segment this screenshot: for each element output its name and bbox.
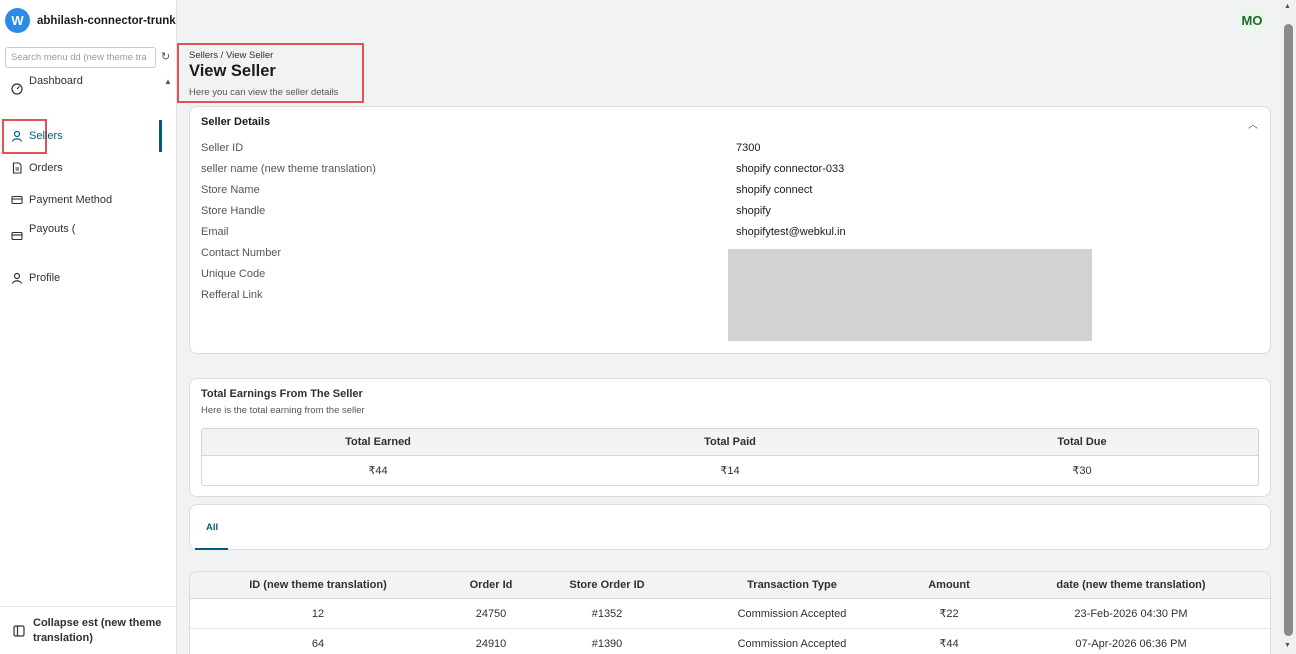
sidebar-item-label: Dashboard xyxy=(29,75,83,87)
menu-search[interactable] xyxy=(5,47,156,68)
sidebar-item-label: Orders xyxy=(29,161,63,174)
sidebar-item-label: Payouts ( xyxy=(29,223,76,235)
column-header: Total Due xyxy=(1057,436,1107,448)
table-cell: Commission Accepted xyxy=(737,607,847,620)
total-earned-value: ₹44 xyxy=(368,465,388,477)
detail-label: Refferal Link xyxy=(201,289,263,301)
table-cell: #1390 xyxy=(591,637,623,650)
detail-value: shopify connect xyxy=(736,184,813,196)
earnings-table: Total Earned Total Paid Total Due ₹44 ₹1… xyxy=(201,428,1259,486)
detail-label: Seller ID xyxy=(201,142,244,154)
sidebar-item-profile[interactable]: Profile xyxy=(10,271,60,284)
detail-value: shopify xyxy=(736,205,771,217)
scroll-up-icon[interactable]: ▲ xyxy=(1284,3,1291,10)
table-cell: ₹22 xyxy=(939,608,959,620)
sidebar-item-sellers[interactable]: Sellers xyxy=(10,129,63,142)
total-paid-value: ₹14 xyxy=(720,465,740,477)
earnings-value-row: ₹44 ₹14 ₹30 xyxy=(202,456,1258,485)
collapse-icon xyxy=(12,624,25,637)
tabs-card: All xyxy=(189,504,1271,550)
earnings-title: Total Earnings From The Seller xyxy=(201,388,363,400)
user-avatar[interactable]: MO xyxy=(1237,5,1267,35)
breadcrumb[interactable]: Sellers / View Seller xyxy=(189,50,273,61)
detail-label: Store Name xyxy=(201,184,260,196)
seller-details-card: Seller Details ︿ Seller ID 7300 seller n… xyxy=(189,106,1271,354)
transactions-table: ID (new theme translation) Order Id Stor… xyxy=(189,571,1271,654)
detail-value: shopifytest@webkul.in xyxy=(736,226,846,238)
page-title: View Seller xyxy=(189,62,276,80)
sidebar-item-dashboard[interactable]: Dashboard xyxy=(10,75,83,95)
table-cell: 64 xyxy=(311,637,325,650)
table-cell: ₹44 xyxy=(939,638,959,650)
card-icon xyxy=(10,229,23,242)
column-header: Total Paid xyxy=(704,436,756,448)
brand-logo: W xyxy=(5,8,30,33)
sidebar-item-label: Payment Method xyxy=(29,193,113,206)
detail-label: Store Handle xyxy=(201,205,266,217)
page-subtitle: Here you can view the seller details xyxy=(189,87,339,98)
column-header[interactable]: ID (new theme translation) xyxy=(249,572,387,598)
seller-details-title: Seller Details xyxy=(201,116,271,128)
table-cell: 24750 xyxy=(475,607,507,620)
redacted-block xyxy=(728,249,1092,341)
tab-all[interactable]: All xyxy=(206,522,218,533)
sidebar-item-label: Sellers xyxy=(29,129,63,142)
page-scrollbar[interactable]: ▲ ▼ xyxy=(1281,0,1296,654)
nav-scroll-up-icon[interactable]: ▲ xyxy=(164,77,174,87)
detail-label: Unique Code xyxy=(201,268,266,280)
table-cell: 07-Apr-2026 06:36 PM xyxy=(1075,637,1187,650)
total-due-value: ₹30 xyxy=(1072,465,1092,477)
chevron-up-icon[interactable]: ︿ xyxy=(1248,116,1258,131)
user-icon xyxy=(10,129,23,142)
collapse-label: Collapse est (new theme translation) xyxy=(33,616,162,644)
table-row[interactable]: 12 24750 #1352 Commission Accepted ₹22 2… xyxy=(190,599,1270,629)
document-icon xyxy=(10,161,23,174)
table-cell: 23-Feb-2026 04:30 PM xyxy=(1074,607,1188,620)
detail-value: shopify connector-033 xyxy=(736,163,845,175)
earnings-subtitle: Here is the total earning from the selle… xyxy=(201,405,365,416)
sidebar: W abhilash-connector-trunk ↻ ▲ Dashboard… xyxy=(0,0,177,654)
table-header-row: ID (new theme translation) Order Id Stor… xyxy=(190,572,1270,599)
detail-label: Email xyxy=(201,226,229,238)
table-row[interactable]: 64 24910 #1390 Commission Accepted ₹44 0… xyxy=(190,629,1270,654)
sidebar-item-orders[interactable]: Orders xyxy=(10,161,63,174)
column-header: Total Earned xyxy=(345,436,411,448)
scrollbar-thumb[interactable] xyxy=(1284,24,1293,636)
tab-active-underline xyxy=(195,548,228,550)
brand[interactable]: W abhilash-connector-trunk xyxy=(5,8,176,33)
card-icon xyxy=(10,193,23,206)
detail-label: seller name (new theme translation) xyxy=(201,163,376,175)
sidebar-item-payouts[interactable]: Payouts ( xyxy=(10,223,75,242)
scroll-down-icon[interactable]: ▼ xyxy=(1284,642,1291,649)
table-cell: #1352 xyxy=(591,607,623,620)
table-cell: Commission Accepted xyxy=(737,637,847,650)
earnings-card: Total Earnings From The Seller Here is t… xyxy=(189,378,1271,497)
detail-label: Contact Number xyxy=(201,247,282,259)
menu-search-input[interactable] xyxy=(6,48,155,67)
table-cell: 24910 xyxy=(475,637,507,650)
collapse-sidebar-button[interactable]: Collapse est (new theme translation) xyxy=(0,606,177,654)
gauge-icon xyxy=(10,82,23,95)
user-icon xyxy=(10,271,23,284)
detail-value: 7300 xyxy=(736,142,761,154)
sidebar-item-payment-method[interactable]: Payment Method xyxy=(10,193,112,206)
table-cell: 12 xyxy=(311,607,325,620)
earnings-header-row: Total Earned Total Paid Total Due xyxy=(202,429,1258,456)
column-header[interactable]: date (new theme translation) xyxy=(1056,572,1205,598)
refresh-icon[interactable]: ↻ xyxy=(161,51,173,63)
column-header[interactable]: Amount xyxy=(928,572,970,598)
column-header[interactable]: Transaction Type xyxy=(747,572,837,598)
active-indicator xyxy=(159,120,162,152)
app-name: abhilash-connector-trunk xyxy=(37,14,176,27)
column-header[interactable]: Order Id xyxy=(470,572,513,598)
sidebar-item-label: Profile xyxy=(29,271,61,284)
column-header[interactable]: Store Order ID xyxy=(569,572,644,598)
